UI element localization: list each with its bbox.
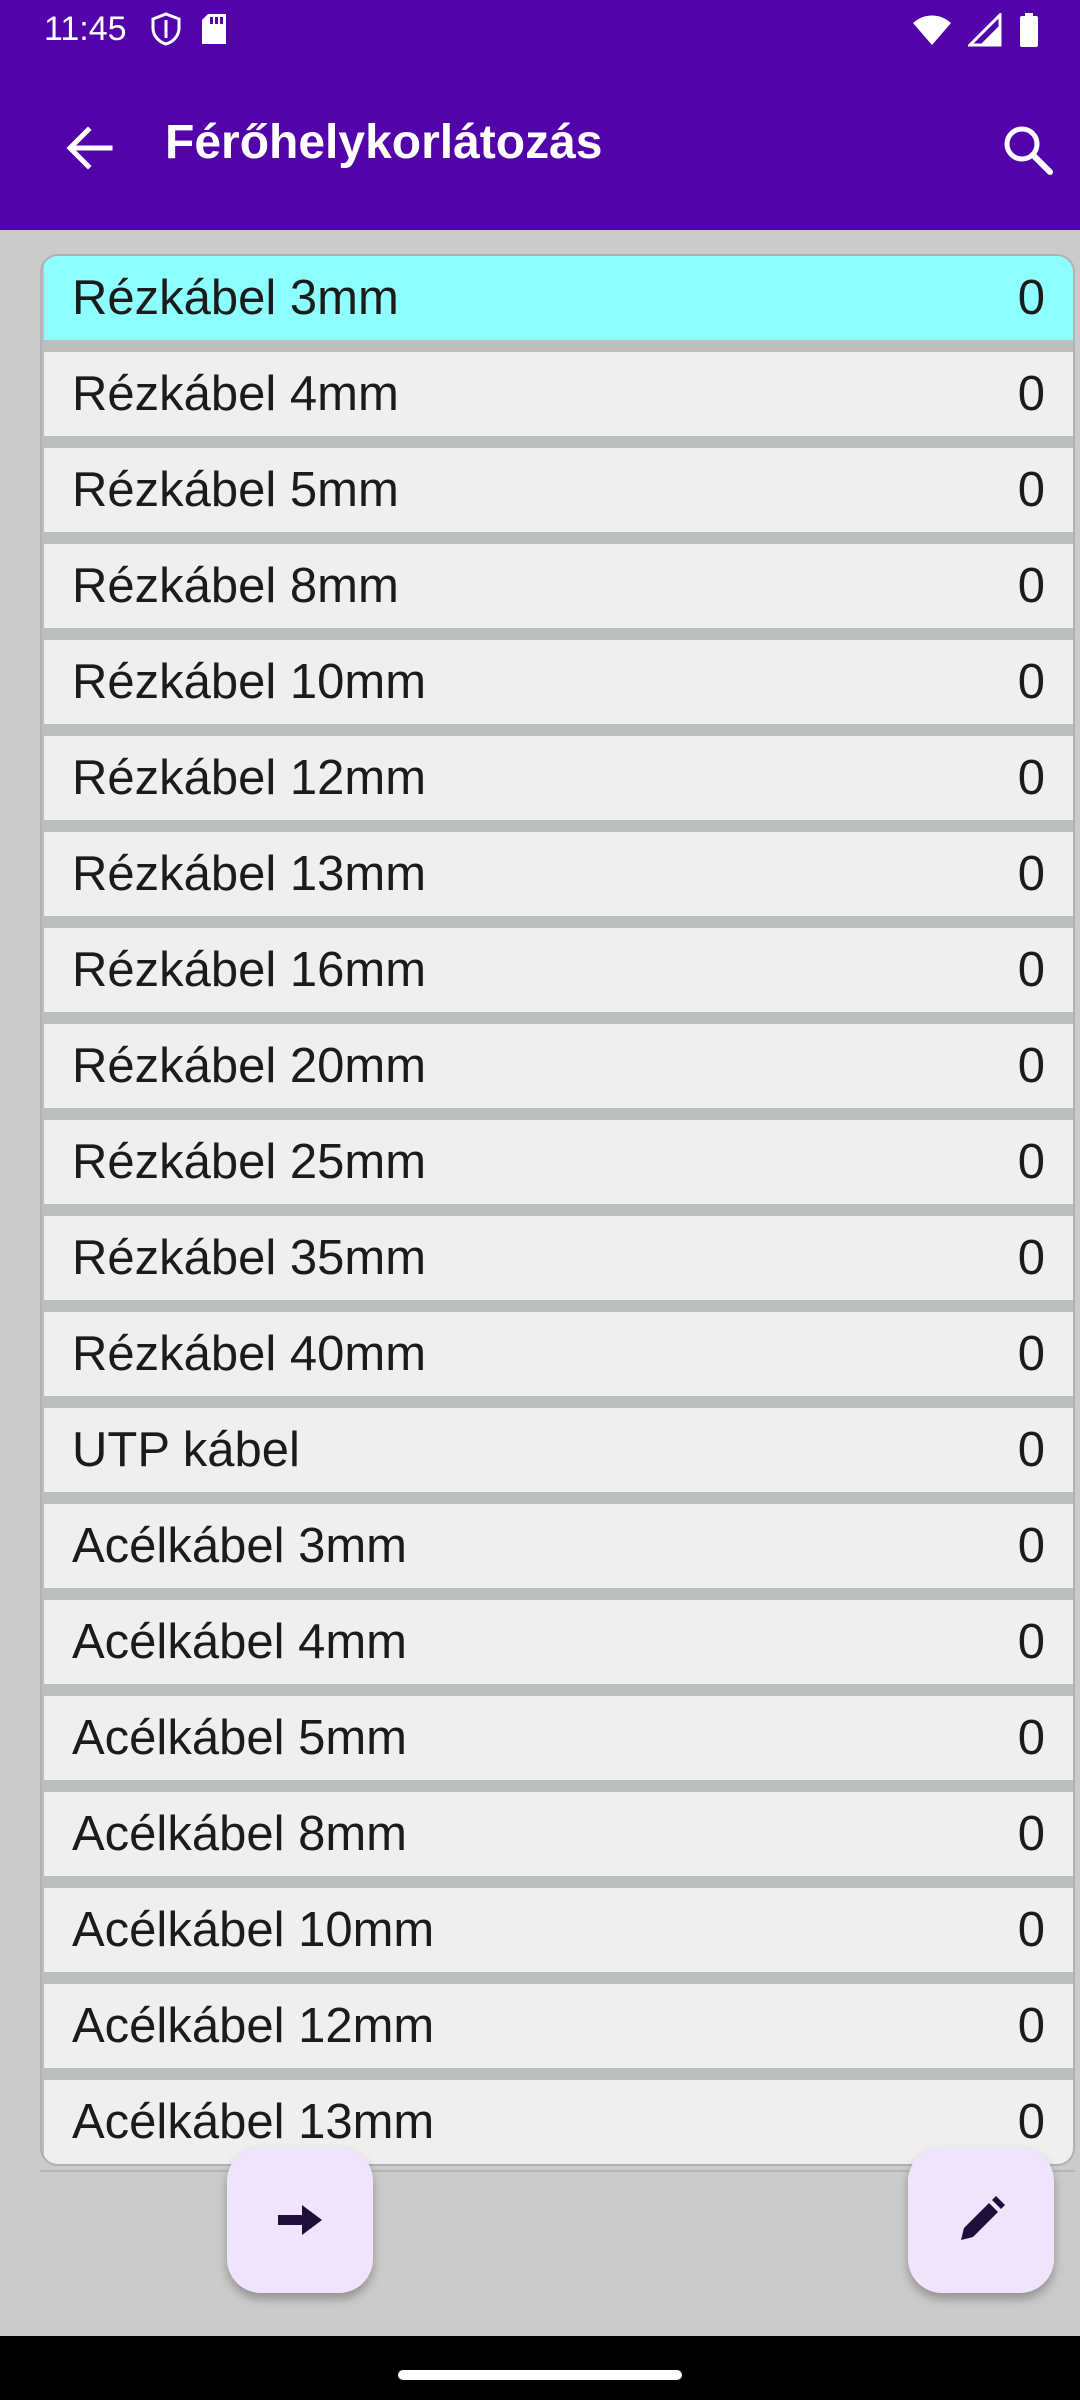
arrow-left-icon bbox=[66, 126, 113, 170]
status-bar: 11:45 bbox=[0, 0, 1080, 60]
item-value: 0 bbox=[1017, 2095, 1045, 2149]
item-value: 0 bbox=[1017, 655, 1045, 709]
item-value: 0 bbox=[1017, 943, 1045, 997]
list-item[interactable]: Rézkábel 35mm 0 bbox=[44, 1216, 1073, 1300]
app-bar: Férőhelykorlátozás bbox=[0, 60, 1080, 230]
item-value: 0 bbox=[1017, 1711, 1045, 1765]
item-value: 0 bbox=[1017, 1231, 1045, 1285]
list-item[interactable]: Acélkábel 13mm 0 bbox=[44, 2080, 1073, 2164]
item-value: 0 bbox=[1017, 1039, 1045, 1093]
home-indicator[interactable] bbox=[398, 2370, 682, 2380]
item-label: Acélkábel 13mm bbox=[72, 2095, 435, 2149]
item-value: 0 bbox=[1017, 1807, 1045, 1861]
list-item[interactable]: Rézkábel 12mm 0 bbox=[44, 736, 1073, 820]
item-label: Acélkábel 10mm bbox=[72, 1903, 435, 1957]
item-label: Acélkábel 4mm bbox=[72, 1615, 407, 1669]
item-value: 0 bbox=[1017, 463, 1045, 517]
list-item[interactable]: Rézkábel 25mm 0 bbox=[44, 1120, 1073, 1204]
list-item[interactable]: Rézkábel 20mm 0 bbox=[44, 1024, 1073, 1108]
item-value: 0 bbox=[1017, 1519, 1045, 1573]
list-item[interactable]: Rézkábel 3mm 0 bbox=[44, 256, 1073, 340]
item-label: Rézkábel 12mm bbox=[72, 751, 427, 805]
item-value: 0 bbox=[1017, 271, 1045, 325]
item-label: Rézkábel 4mm bbox=[72, 367, 399, 421]
list-item[interactable]: Acélkábel 12mm 0 bbox=[44, 1984, 1073, 2068]
edit-button[interactable] bbox=[908, 2147, 1054, 2293]
list-item[interactable]: Rézkábel 10mm 0 bbox=[44, 640, 1073, 724]
item-label: Rézkábel 35mm bbox=[72, 1231, 427, 1285]
item-value: 0 bbox=[1017, 1135, 1045, 1189]
item-label: Rézkábel 5mm bbox=[72, 463, 399, 517]
item-value: 0 bbox=[1017, 367, 1045, 421]
item-value: 0 bbox=[1017, 847, 1045, 901]
item-value: 0 bbox=[1017, 1999, 1045, 2053]
list-item[interactable]: Rézkábel 16mm 0 bbox=[44, 928, 1073, 1012]
item-label: Rézkábel 10mm bbox=[72, 655, 427, 709]
item-value: 0 bbox=[1017, 1327, 1045, 1381]
item-label: Acélkábel 5mm bbox=[72, 1711, 407, 1765]
item-label: Rézkábel 16mm bbox=[72, 943, 427, 997]
signal-icon bbox=[968, 13, 1002, 47]
list-item[interactable]: Rézkábel 13mm 0 bbox=[44, 832, 1073, 916]
next-button[interactable] bbox=[227, 2147, 373, 2293]
arrow-right-icon bbox=[278, 2205, 322, 2235]
item-value: 0 bbox=[1017, 751, 1045, 805]
item-label: Rézkábel 8mm bbox=[72, 559, 399, 613]
item-label: Rézkábel 25mm bbox=[72, 1135, 427, 1189]
sd-card-icon bbox=[202, 14, 226, 44]
item-value: 0 bbox=[1017, 1615, 1045, 1669]
item-label: Rézkábel 3mm bbox=[72, 271, 399, 325]
capacity-list: Rézkábel 3mm 0 Rézkábel 4mm 0 Rézkábel 5… bbox=[40, 254, 1075, 2166]
list-item[interactable]: UTP kábel 0 bbox=[44, 1408, 1073, 1492]
item-label: Acélkábel 12mm bbox=[72, 1999, 435, 2053]
list-item[interactable]: Rézkábel 8mm 0 bbox=[44, 544, 1073, 628]
item-label: UTP kábel bbox=[72, 1423, 300, 1477]
list-item[interactable]: Acélkábel 4mm 0 bbox=[44, 1600, 1073, 1684]
back-button[interactable] bbox=[60, 120, 120, 176]
list-item[interactable]: Acélkábel 8mm 0 bbox=[44, 1792, 1073, 1876]
battery-icon bbox=[1020, 13, 1038, 47]
item-value: 0 bbox=[1017, 1423, 1045, 1477]
list-item[interactable]: Rézkábel 40mm 0 bbox=[44, 1312, 1073, 1396]
item-label: Rézkábel 13mm bbox=[72, 847, 427, 901]
item-label: Rézkábel 20mm bbox=[72, 1039, 427, 1093]
pencil-icon bbox=[961, 2196, 1005, 2240]
list-item[interactable]: Acélkábel 10mm 0 bbox=[44, 1888, 1073, 1972]
list-item[interactable]: Acélkábel 3mm 0 bbox=[44, 1504, 1073, 1588]
item-value: 0 bbox=[1017, 559, 1045, 613]
list-item[interactable]: Acélkábel 5mm 0 bbox=[44, 1696, 1073, 1780]
status-time: 11:45 bbox=[44, 10, 127, 48]
item-label: Acélkábel 8mm bbox=[72, 1807, 407, 1861]
page-title: Férőhelykorlátozás bbox=[165, 116, 603, 169]
list-item[interactable]: Rézkábel 5mm 0 bbox=[44, 448, 1073, 532]
search-button[interactable] bbox=[996, 118, 1060, 182]
list-item[interactable]: Rézkábel 4mm 0 bbox=[44, 352, 1073, 436]
item-value: 0 bbox=[1017, 1903, 1045, 1957]
item-label: Acélkábel 3mm bbox=[72, 1519, 407, 1573]
system-nav-bar bbox=[0, 2336, 1080, 2400]
search-icon bbox=[1004, 126, 1053, 175]
shield-icon bbox=[151, 12, 181, 46]
wifi-icon bbox=[913, 15, 951, 45]
item-label: Rézkábel 40mm bbox=[72, 1327, 427, 1381]
